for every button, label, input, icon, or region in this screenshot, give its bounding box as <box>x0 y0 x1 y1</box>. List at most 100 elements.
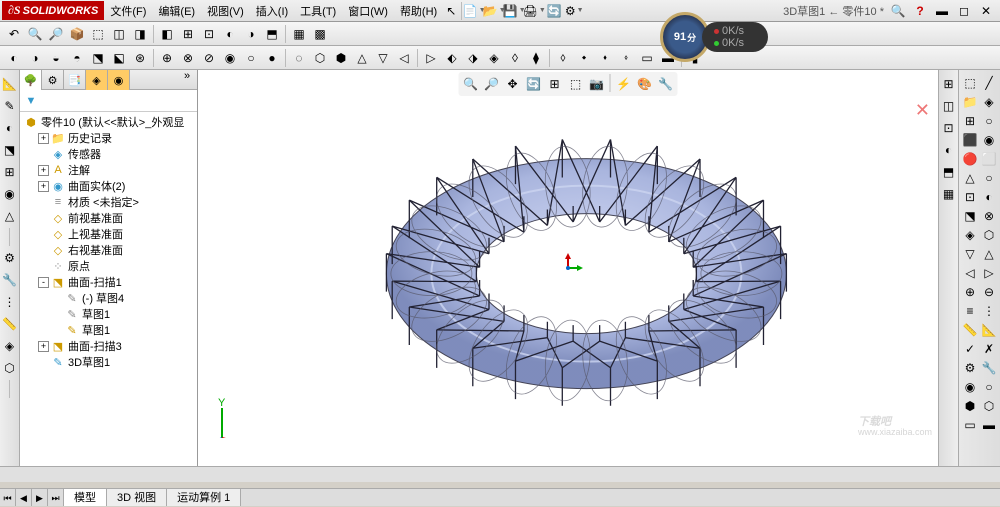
sketch-tool-17-0[interactable]: ⬢ <box>961 397 979 415</box>
feature-toolbar-btn-16[interactable]: △ <box>352 48 372 68</box>
feature-toolbar-btn-13[interactable]: ◌ <box>289 48 309 68</box>
tree-item-2[interactable]: +A注解 <box>20 162 197 178</box>
feature-toolbar-btn-2[interactable]: ◒ <box>46 48 66 68</box>
sketch-tool-5-1[interactable]: ○ <box>980 169 998 187</box>
save-button[interactable]: 💾▼ <box>504 1 524 21</box>
tree-root[interactable]: ⬢ 零件10 (默认<<默认>_外观显 <box>20 114 197 130</box>
performance-gauge[interactable]: 0K/s 0K/s 91分 <box>660 12 770 62</box>
close-icon[interactable]: ✕ <box>978 3 994 19</box>
sketch-tool-15-0[interactable]: ⚙ <box>961 359 979 377</box>
tree-expander[interactable]: + <box>38 133 49 144</box>
tree-item-10[interactable]: ✎(-) 草图4 <box>20 290 197 306</box>
tab-nav-next[interactable]: ▶ <box>32 489 48 506</box>
minimize-icon[interactable]: ▬ <box>934 3 950 19</box>
view-toolbar-btn-13[interactable]: ▦ <box>289 24 309 44</box>
feature-toolbar-btn-9[interactable]: ⊘ <box>199 48 219 68</box>
help-icon[interactable]: ? <box>912 3 928 19</box>
feature-toolbar-btn-11[interactable]: ○ <box>241 48 261 68</box>
tree-item-6[interactable]: ◇上视基准面 <box>20 226 197 242</box>
open-doc-button[interactable]: 📂▼ <box>484 1 504 21</box>
right-strip-btn-2[interactable]: ⊡ <box>939 118 959 138</box>
sketch-tool-4-1[interactable]: ⬜ <box>980 150 998 168</box>
feature-toolbar-btn-6[interactable]: ⊛ <box>130 48 150 68</box>
sketch-tool-5-0[interactable]: △ <box>961 169 979 187</box>
left-strip-btn-0[interactable]: 📐 <box>0 74 20 94</box>
sketch-tool-0-1[interactable]: ╱ <box>980 74 998 92</box>
right-strip-btn-5[interactable]: ▦ <box>939 184 959 204</box>
view-triad[interactable]: Y X Z <box>212 398 252 438</box>
model-torus[interactable] <box>356 134 816 414</box>
3d-viewport[interactable]: 🔍🔎✥🔄⊞⬚📷⚡🎨🔧 ✕ Y <box>198 70 938 466</box>
sketch-tool-16-1[interactable]: ○ <box>980 378 998 396</box>
right-strip-btn-1[interactable]: ◫ <box>939 96 959 116</box>
sketch-tool-8-1[interactable]: ⬡ <box>980 226 998 244</box>
left-strip-btn-1[interactable]: ✎ <box>0 96 20 116</box>
tree-expander[interactable]: + <box>38 341 49 352</box>
sketch-tool-14-1[interactable]: ✗ <box>980 340 998 358</box>
left-strip-btn-3[interactable]: ⬔ <box>0 140 20 160</box>
tab-3dview[interactable]: 3D 视图 <box>107 489 167 506</box>
menu-edit[interactable]: 编辑(E) <box>152 1 201 21</box>
left-strip-btn-8[interactable]: 🔧 <box>0 270 20 290</box>
tree-expander[interactable]: + <box>38 165 49 176</box>
tab-nav-prev[interactable]: ◀ <box>16 489 32 506</box>
left-strip-btn-10[interactable]: 📏 <box>0 314 20 334</box>
feature-toolbar-btn-24[interactable]: ⧫ <box>526 48 546 68</box>
view-toolbar-btn-11[interactable]: ◑ <box>241 24 261 44</box>
feature-toolbar-btn-12[interactable]: ● <box>262 48 282 68</box>
sketch-tool-3-0[interactable]: ⬛ <box>961 131 979 149</box>
left-strip-btn-12[interactable]: ⬡ <box>0 358 20 378</box>
sketch-tool-17-1[interactable]: ⬡ <box>980 397 998 415</box>
menu-insert[interactable]: 插入(I) <box>250 1 294 21</box>
tab-nav-first[interactable]: ⏮ <box>0 489 16 506</box>
tree-item-0[interactable]: +📁历史记录 <box>20 130 197 146</box>
tab-config[interactable]: 📑 <box>64 70 86 90</box>
view-toolbar-btn-1[interactable]: 🔍 <box>25 24 45 44</box>
sketch-tool-16-0[interactable]: ◉ <box>961 378 979 396</box>
feature-toolbar-btn-22[interactable]: ◈ <box>484 48 504 68</box>
tab-property[interactable]: ⚙ <box>42 70 64 90</box>
close-sketch-icon[interactable]: ✕ <box>915 100 930 121</box>
tab-feature-tree[interactable]: 🌳 <box>20 70 42 90</box>
sketch-tool-10-1[interactable]: ▷ <box>980 264 998 282</box>
sketch-tool-13-1[interactable]: 📐 <box>980 321 998 339</box>
tree-item-3[interactable]: +◉曲面实体(2) <box>20 178 197 194</box>
sketch-tool-9-0[interactable]: ▽ <box>961 245 979 263</box>
sketch-tool-7-1[interactable]: ⊗ <box>980 207 998 225</box>
feature-toolbar-btn-1[interactable]: ◑ <box>25 48 45 68</box>
feature-toolbar-btn-18[interactable]: ◁ <box>394 48 414 68</box>
tree-item-14[interactable]: ✎3D草图1 <box>20 354 197 370</box>
headsup-btn-9[interactable]: 🔧 <box>656 74 676 94</box>
view-toolbar-btn-6[interactable]: ◨ <box>130 24 150 44</box>
sketch-tool-12-0[interactable]: ≡ <box>961 302 979 320</box>
feature-toolbar-btn-26[interactable]: ⬩ <box>574 48 594 68</box>
sketch-tool-2-1[interactable]: ○ <box>980 112 998 130</box>
sketch-tool-6-0[interactable]: ⊡ <box>961 188 979 206</box>
feature-toolbar-btn-23[interactable]: ◊ <box>505 48 525 68</box>
tab-dim[interactable]: ◈ <box>86 70 108 90</box>
tab-model[interactable]: 模型 <box>64 489 107 506</box>
sketch-tool-12-1[interactable]: ⋮ <box>980 302 998 320</box>
sketch-tool-18-1[interactable]: ▬ <box>980 416 998 434</box>
tree-item-7[interactable]: ◇右视基准面 <box>20 242 197 258</box>
headsup-btn-2[interactable]: ✥ <box>503 74 523 94</box>
tree-expander[interactable]: - <box>38 277 49 288</box>
menu-view[interactable]: 视图(V) <box>201 1 250 21</box>
menu-help[interactable]: 帮助(H) <box>394 1 443 21</box>
right-strip-btn-3[interactable]: ◐ <box>939 140 959 160</box>
feature-toolbar-btn-20[interactable]: ⬖ <box>442 48 462 68</box>
left-strip-btn-9[interactable]: ⋮ <box>0 292 20 312</box>
tree-item-12[interactable]: ✎草图1 <box>20 322 197 338</box>
feature-toolbar-btn-21[interactable]: ⬗ <box>463 48 483 68</box>
menu-file[interactable]: 文件(F) <box>104 1 152 21</box>
feature-toolbar-btn-4[interactable]: ⬔ <box>88 48 108 68</box>
sketch-tool-15-1[interactable]: 🔧 <box>980 359 998 377</box>
options-button[interactable]: ⚙▼ <box>564 1 584 21</box>
view-toolbar-btn-2[interactable]: 🔎 <box>46 24 66 44</box>
view-toolbar-btn-9[interactable]: ⊡ <box>199 24 219 44</box>
maximize-icon[interactable]: ◻ <box>956 3 972 19</box>
search-icon[interactable]: 🔍 <box>890 3 906 19</box>
feature-toolbar-btn-10[interactable]: ◉ <box>220 48 240 68</box>
tab-display[interactable]: ◉ <box>108 70 130 90</box>
tree-item-8[interactable]: ⁘原点 <box>20 258 197 274</box>
